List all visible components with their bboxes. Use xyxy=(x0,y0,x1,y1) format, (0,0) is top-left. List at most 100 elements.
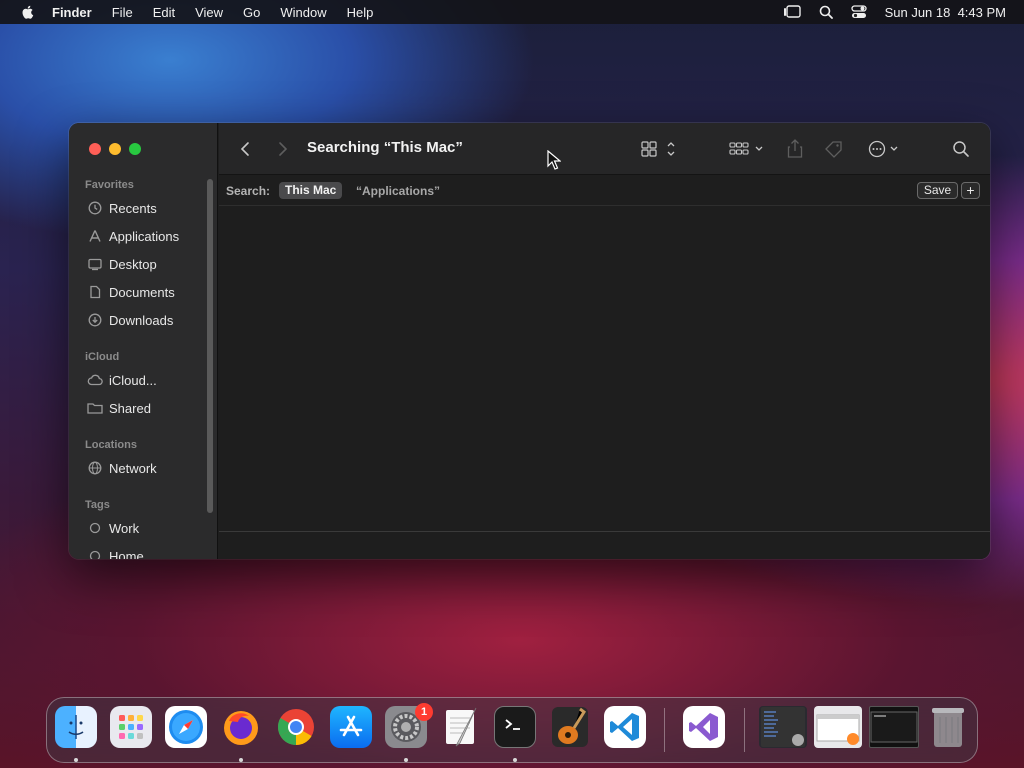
dock-garageband[interactable] xyxy=(549,706,591,748)
menu-window[interactable]: Window xyxy=(280,5,326,20)
dock-visual-studio[interactable] xyxy=(683,706,725,748)
running-indicator xyxy=(74,758,78,762)
ellipsis-circle-icon xyxy=(868,140,898,158)
sidebar-item-applications[interactable]: Applications xyxy=(87,226,179,246)
tags-button[interactable] xyxy=(824,137,844,161)
running-indicator xyxy=(513,758,517,762)
share-icon xyxy=(787,139,803,158)
sidebar-item-label: Shared xyxy=(109,400,151,416)
menu-bar: Finder File Edit View Go Window Help Sun… xyxy=(0,0,1024,24)
sidebar-item-icloud-drive[interactable]: iCloud... xyxy=(87,370,157,390)
chevron-right-icon xyxy=(279,142,288,156)
dock-safari[interactable] xyxy=(165,706,207,748)
dock-recent-window-1[interactable] xyxy=(759,706,807,748)
dock-terminal[interactable] xyxy=(494,706,536,748)
view-mode-button[interactable] xyxy=(641,137,679,161)
menu-go[interactable]: Go xyxy=(243,5,260,20)
sidebar-item-downloads[interactable]: Downloads xyxy=(87,310,173,330)
cloud-icon xyxy=(87,372,103,388)
running-indicator xyxy=(404,758,408,762)
sidebar-item-label: iCloud... xyxy=(109,372,157,388)
spotlight-search-icon[interactable] xyxy=(819,5,833,19)
trash-icon xyxy=(932,708,964,747)
dock-textedit[interactable] xyxy=(440,706,482,748)
dock-vscode[interactable] xyxy=(604,706,646,748)
scope-this-mac-button[interactable]: This Mac xyxy=(279,182,343,199)
sidebar-scrollbar[interactable] xyxy=(207,179,213,513)
search-button[interactable] xyxy=(952,137,970,161)
apple-menu-icon[interactable] xyxy=(20,4,36,20)
add-criteria-button[interactable]: + xyxy=(961,182,980,199)
close-window-button[interactable] xyxy=(89,143,101,155)
sidebar-item-label: Home xyxy=(109,548,144,560)
terminal-icon xyxy=(505,719,520,730)
menu-clock[interactable]: Sun Jun 18 4:43 PM xyxy=(885,5,1006,20)
dock: 1 xyxy=(46,697,978,763)
search-results-area[interactable] xyxy=(219,207,990,531)
dock-recent-window-3[interactable] xyxy=(869,706,919,748)
group-grid-icon xyxy=(729,142,763,155)
window-title: Searching “This Mac” xyxy=(307,139,463,156)
dock-app-store[interactable] xyxy=(330,706,372,748)
search-scope-label: Search: xyxy=(226,184,271,198)
finder-icon xyxy=(68,715,84,739)
shared-folder-icon xyxy=(87,400,103,416)
sidebar-item-tag-home[interactable]: Home xyxy=(87,546,144,559)
tag-circle-icon xyxy=(87,520,103,536)
forward-button[interactable] xyxy=(275,137,289,161)
sidebar-item-desktop[interactable]: Desktop xyxy=(87,254,157,274)
dock-trash[interactable] xyxy=(927,706,969,748)
running-indicator xyxy=(239,758,243,762)
notification-badge: 1 xyxy=(415,703,433,721)
visual-studio-icon xyxy=(689,713,718,741)
document-icon xyxy=(87,284,103,300)
sidebar-header-favorites: Favorites xyxy=(85,179,134,191)
sidebar: Favorites Recents Applications Desktop D… xyxy=(69,123,218,559)
safari-icon xyxy=(169,710,203,744)
dock-launchpad[interactable] xyxy=(110,706,152,748)
control-center-icon[interactable] xyxy=(850,5,867,19)
sidebar-item-label: Desktop xyxy=(109,256,157,272)
menu-edit[interactable]: Edit xyxy=(153,5,175,20)
zoom-window-button[interactable] xyxy=(129,143,141,155)
minimize-window-button[interactable] xyxy=(109,143,121,155)
sidebar-item-tag-work[interactable]: Work xyxy=(87,518,139,538)
finder-window: Favorites Recents Applications Desktop D… xyxy=(69,123,990,559)
share-button[interactable] xyxy=(787,137,803,161)
dock-chrome[interactable] xyxy=(275,706,317,748)
garageband-icon xyxy=(552,707,588,747)
menu-file[interactable]: File xyxy=(112,5,133,20)
sidebar-item-recents[interactable]: Recents xyxy=(87,198,157,218)
download-icon xyxy=(87,312,103,328)
chrome-icon xyxy=(277,709,314,745)
stage-manager-icon[interactable] xyxy=(783,5,801,19)
dock-finder[interactable] xyxy=(55,706,97,748)
more-actions-button[interactable] xyxy=(867,137,903,161)
save-search-button[interactable]: Save xyxy=(917,182,958,199)
window-controls xyxy=(89,143,141,155)
sidebar-header-locations: Locations xyxy=(85,439,137,451)
dock-recent-window-2[interactable] xyxy=(814,706,862,748)
menu-view[interactable]: View xyxy=(195,5,223,20)
scope-applications-button[interactable]: “Applications” xyxy=(356,184,440,198)
back-button[interactable] xyxy=(239,137,253,161)
search-scope-bar: Search: This Mac “Applications” Save + xyxy=(219,176,990,206)
sidebar-item-shared[interactable]: Shared xyxy=(87,398,151,418)
sidebar-item-documents[interactable]: Documents xyxy=(87,282,175,302)
group-by-button[interactable] xyxy=(729,137,767,161)
icon-grid-view-icon xyxy=(641,141,675,157)
menu-app-name[interactable]: Finder xyxy=(52,5,92,20)
window-thumbnail-icon xyxy=(816,714,860,745)
search-icon xyxy=(953,141,969,157)
vscode-icon xyxy=(610,713,639,741)
window-thumbnail-icon xyxy=(761,707,805,747)
sidebar-header-icloud: iCloud xyxy=(85,351,120,363)
dock-firefox[interactable] xyxy=(220,706,262,748)
app-store-icon xyxy=(339,715,363,737)
menu-help[interactable]: Help xyxy=(347,5,374,20)
mouse-pointer-icon xyxy=(547,150,561,170)
sidebar-item-label: Network xyxy=(109,460,157,476)
sidebar-item-label: Work xyxy=(109,520,140,536)
sidebar-item-network[interactable]: Network xyxy=(87,458,157,478)
sidebar-item-label: Recents xyxy=(109,200,157,216)
